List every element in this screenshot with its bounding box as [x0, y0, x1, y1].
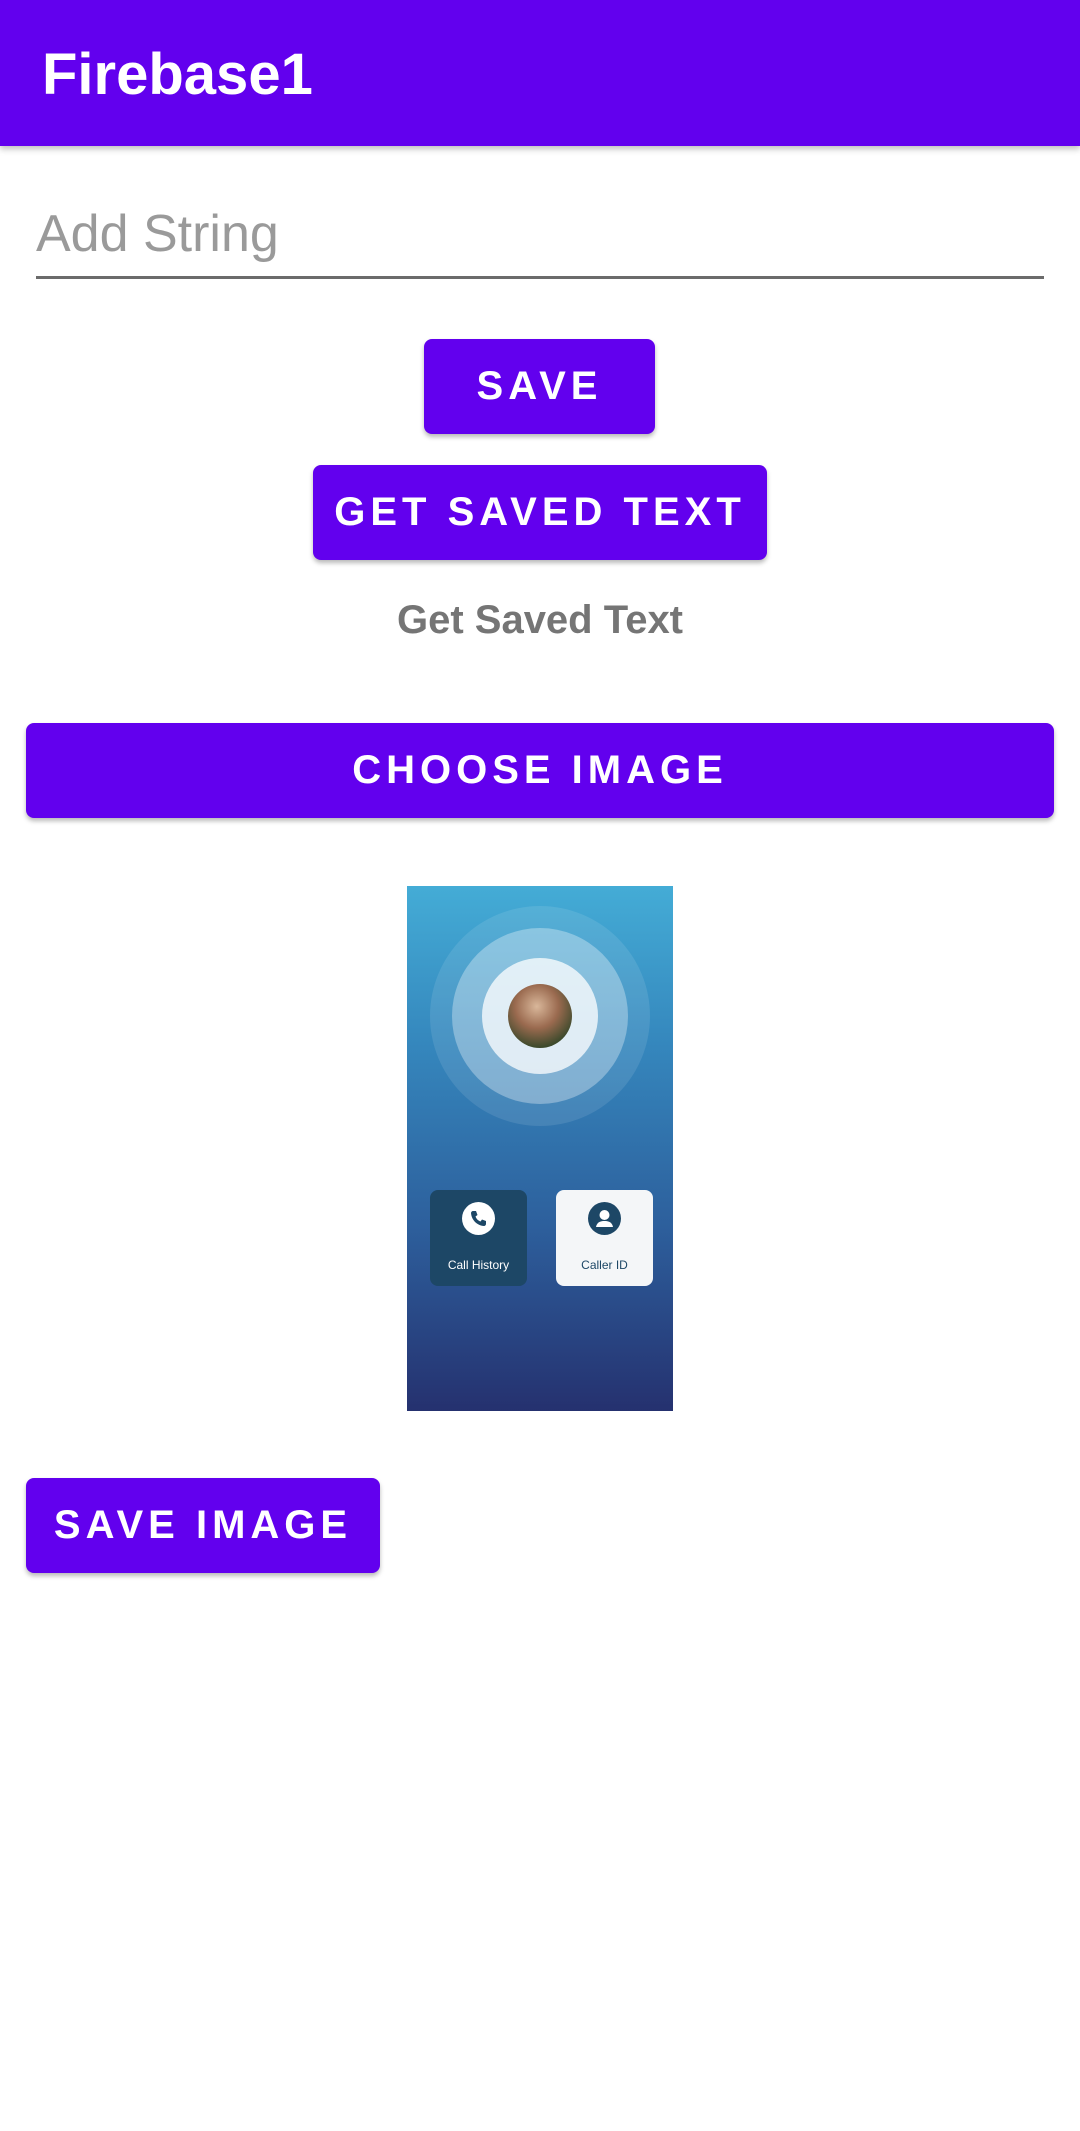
- avatar: [508, 984, 572, 1048]
- saved-text-display: Get Saved Text: [396, 598, 684, 642]
- add-string-input[interactable]: [36, 196, 1044, 272]
- choose-image-button[interactable]: CHOOSE IMAGE: [26, 723, 1054, 818]
- add-string-field[interactable]: [36, 196, 1044, 279]
- app-title: Firebase1: [42, 42, 313, 107]
- selected-image-preview: Call History Caller ID: [407, 886, 673, 1411]
- caller-id-label: Caller ID: [581, 1258, 628, 1272]
- person-icon: [588, 1202, 621, 1235]
- get-saved-text-button[interactable]: GET SAVED TEXT: [313, 465, 767, 560]
- phone-icon: [462, 1202, 495, 1235]
- app-bar: Firebase1: [0, 0, 1080, 146]
- call-history-tile: Call History: [430, 1190, 527, 1286]
- save-button[interactable]: SAVE: [424, 339, 655, 434]
- call-history-label: Call History: [447, 1258, 510, 1272]
- caller-id-tile: Caller ID: [556, 1190, 653, 1286]
- save-image-button[interactable]: SAVE IMAGE: [26, 1478, 380, 1573]
